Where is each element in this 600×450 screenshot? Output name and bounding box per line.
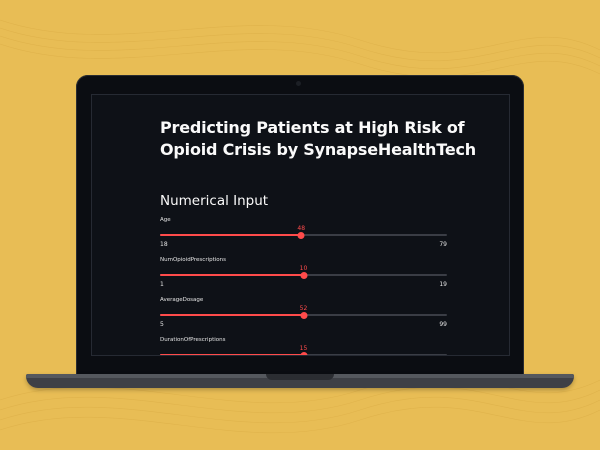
slider-thumb[interactable]	[297, 231, 305, 239]
slider-label: Age	[160, 217, 171, 223]
slider-thumb[interactable]	[300, 311, 307, 319]
slider-track[interactable]	[160, 311, 447, 319]
slider-label: NumOpioidPrescriptions	[160, 257, 227, 263]
slider-max: 19	[439, 281, 447, 288]
slider-min: 5	[160, 321, 164, 328]
app-screen: Predicting Patients at High Risk of Opio…	[91, 94, 510, 356]
slider-thumb[interactable]	[300, 271, 307, 279]
slider-fill	[160, 354, 304, 355]
slider-max: 79	[439, 241, 447, 248]
slider-fill	[160, 234, 302, 236]
slider-age: Age 48 18 79	[160, 217, 447, 257]
slider-min: 18	[160, 241, 168, 248]
slider-track[interactable]	[160, 351, 447, 355]
slider-average-dosage: AverageDosage 52 5 99	[160, 297, 447, 337]
slider-track[interactable]	[160, 271, 447, 279]
slider-track[interactable]	[160, 231, 447, 239]
slider-fill	[160, 274, 304, 276]
slider-min: 1	[160, 281, 164, 288]
slider-fill	[160, 314, 304, 316]
section-title: Numerical Input	[160, 193, 269, 209]
page-title: Predicting Patients at High Risk of Opio…	[160, 118, 476, 159]
slider-label: DurationOfPrescriptions	[160, 337, 226, 343]
slider-num-opioid-prescriptions: NumOpioidPrescriptions 10 1 19	[160, 257, 447, 297]
slider-max: 99	[439, 321, 447, 328]
slider-label: AverageDosage	[160, 297, 204, 303]
slider-duration-of-prescriptions: DurationOfPrescriptions 15	[160, 337, 447, 355]
slider-thumb[interactable]	[300, 351, 307, 355]
laptop-base	[26, 374, 574, 388]
laptop-opening-notch	[266, 374, 334, 380]
webcam-icon	[296, 81, 301, 86]
